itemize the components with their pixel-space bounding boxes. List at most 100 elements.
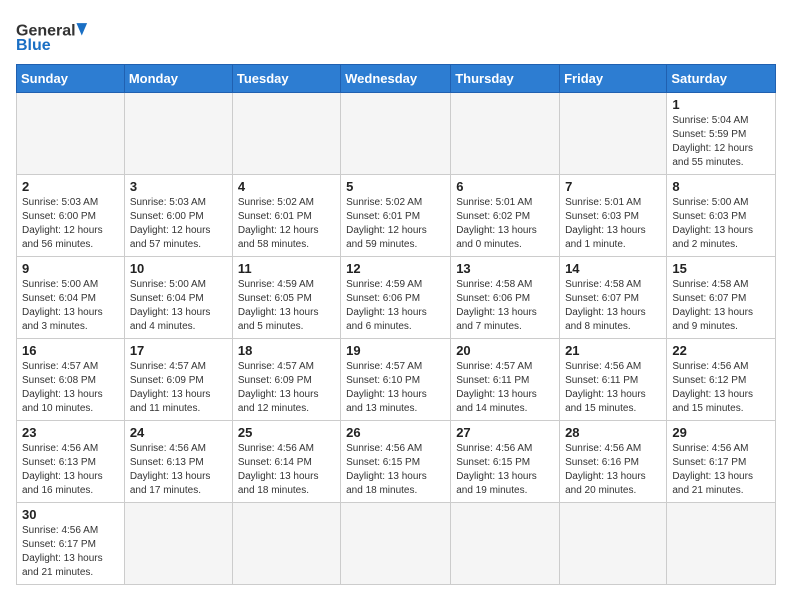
- calendar-cell: 16Sunrise: 4:57 AM Sunset: 6:08 PM Dayli…: [17, 339, 125, 421]
- calendar-cell: 23 Sunrise: 4:56 AM Sunset: 6:13 PM Dayli…: [17, 421, 125, 503]
- day-number: 22: [672, 343, 770, 358]
- day-number: 4: [238, 179, 335, 194]
- calendar-cell: 14 Sunrise: 4:58 AM Sunset: 6:07 PM Dayli…: [560, 257, 667, 339]
- day-info: Sunrise: 5:02 AM Sunset: 6:01 PM Dayligh…: [346, 196, 445, 252]
- calendar-cell: 3Sunrise: 5:03 AM Sunset: 6:00 PM Daylig…: [124, 175, 232, 257]
- day-number: 20: [456, 343, 554, 358]
- calendar-cell: 21 Sunrise: 4:56 AM Sunset: 6:11 PM Dayli…: [560, 339, 667, 421]
- calendar-cell: [560, 93, 667, 175]
- day-number: 7: [565, 179, 661, 194]
- day-info: Sunrise: 4:56 AM Sunset: 6:15 PM Dayligh…: [346, 442, 445, 498]
- calendar-week-1: 1 Sunrise: 5:04 AM Sunset: 5:59 PM Daylig…: [17, 93, 776, 175]
- calendar-cell: 18 Sunrise: 4:57 AM Sunset: 6:09 PM Dayli…: [232, 339, 340, 421]
- day-info: Sunrise: 4:57 AM Sunset: 6:09 PM Dayligh…: [130, 360, 227, 416]
- calendar-cell: 17 Sunrise: 4:57 AM Sunset: 6:09 PM Dayli…: [124, 339, 232, 421]
- calendar-cell: 8 Sunrise: 5:00 AM Sunset: 6:03 PM Daylig…: [667, 175, 776, 257]
- day-info: Sunrise: 5:03 AM Sunset: 6:00 PM Dayligh…: [130, 196, 227, 252]
- calendar-cell: 12 Sunrise: 4:59 AM Sunset: 6:06 PM Dayli…: [341, 257, 451, 339]
- calendar-cell: [560, 503, 667, 585]
- calendar-cell: 6 Sunrise: 5:01 AM Sunset: 6:02 PM Daylig…: [451, 175, 560, 257]
- day-number: 6: [456, 179, 554, 194]
- day-info: Sunrise: 4:59 AM Sunset: 6:06 PM Dayligh…: [346, 278, 445, 334]
- weekday-header-monday: Monday: [124, 65, 232, 93]
- day-number: 16: [22, 343, 119, 358]
- day-number: 30: [22, 507, 119, 522]
- calendar-cell: [17, 93, 125, 175]
- svg-text:Blue: Blue: [16, 37, 51, 54]
- day-number: 23: [22, 425, 119, 440]
- day-number: 24: [130, 425, 227, 440]
- day-info: Sunrise: 5:00 AM Sunset: 6:04 PM Dayligh…: [22, 278, 119, 334]
- day-number: 9: [22, 261, 119, 276]
- calendar-cell: [667, 503, 776, 585]
- day-number: 29: [672, 425, 770, 440]
- day-info: Sunrise: 4:56 AM Sunset: 6:12 PM Dayligh…: [672, 360, 770, 416]
- calendar-cell: [232, 93, 340, 175]
- weekday-header-row: SundayMondayTuesdayWednesdayThursdayFrid…: [17, 65, 776, 93]
- logo: General Blue: [16, 16, 96, 56]
- day-number: 1: [672, 97, 770, 112]
- day-number: 21: [565, 343, 661, 358]
- day-number: 13: [456, 261, 554, 276]
- weekday-header-tuesday: Tuesday: [232, 65, 340, 93]
- weekday-header-wednesday: Wednesday: [341, 65, 451, 93]
- calendar-cell: [341, 503, 451, 585]
- day-info: Sunrise: 4:56 AM Sunset: 6:17 PM Dayligh…: [22, 524, 119, 580]
- page-header: General Blue: [16, 16, 776, 56]
- weekday-header-saturday: Saturday: [667, 65, 776, 93]
- calendar-cell: 10Sunrise: 5:00 AM Sunset: 6:04 PM Dayli…: [124, 257, 232, 339]
- day-info: Sunrise: 4:58 AM Sunset: 6:07 PM Dayligh…: [672, 278, 770, 334]
- calendar-cell: 4 Sunrise: 5:02 AM Sunset: 6:01 PM Daylig…: [232, 175, 340, 257]
- calendar-cell: 15Sunrise: 4:58 AM Sunset: 6:07 PM Dayli…: [667, 257, 776, 339]
- calendar-cell: 22 Sunrise: 4:56 AM Sunset: 6:12 PM Dayli…: [667, 339, 776, 421]
- calendar-cell: 28 Sunrise: 4:56 AM Sunset: 6:16 PM Dayli…: [560, 421, 667, 503]
- day-info: Sunrise: 5:04 AM Sunset: 5:59 PM Dayligh…: [672, 114, 770, 170]
- day-info: Sunrise: 5:02 AM Sunset: 6:01 PM Dayligh…: [238, 196, 335, 252]
- weekday-header-friday: Friday: [560, 65, 667, 93]
- day-info: Sunrise: 4:58 AM Sunset: 6:07 PM Dayligh…: [565, 278, 661, 334]
- day-number: 10: [130, 261, 227, 276]
- day-info: Sunrise: 5:00 AM Sunset: 6:03 PM Dayligh…: [672, 196, 770, 252]
- weekday-header-thursday: Thursday: [451, 65, 560, 93]
- day-number: 27: [456, 425, 554, 440]
- calendar-cell: [124, 93, 232, 175]
- weekday-header-sunday: Sunday: [17, 65, 125, 93]
- day-number: 5: [346, 179, 445, 194]
- day-info: Sunrise: 5:01 AM Sunset: 6:03 PM Dayligh…: [565, 196, 661, 252]
- calendar-cell: 7 Sunrise: 5:01 AM Sunset: 6:03 PM Daylig…: [560, 175, 667, 257]
- day-info: Sunrise: 4:57 AM Sunset: 6:09 PM Dayligh…: [238, 360, 335, 416]
- day-info: Sunrise: 4:57 AM Sunset: 6:10 PM Dayligh…: [346, 360, 445, 416]
- day-number: 12: [346, 261, 445, 276]
- day-number: 11: [238, 261, 335, 276]
- day-number: 26: [346, 425, 445, 440]
- calendar-cell: 11 Sunrise: 4:59 AM Sunset: 6:05 PM Dayli…: [232, 257, 340, 339]
- calendar-cell: 9 Sunrise: 5:00 AM Sunset: 6:04 PM Daylig…: [17, 257, 125, 339]
- day-info: Sunrise: 5:01 AM Sunset: 6:02 PM Dayligh…: [456, 196, 554, 252]
- calendar-week-5: 23 Sunrise: 4:56 AM Sunset: 6:13 PM Dayli…: [17, 421, 776, 503]
- day-info: Sunrise: 4:56 AM Sunset: 6:14 PM Dayligh…: [238, 442, 335, 498]
- calendar-week-6: 30 Sunrise: 4:56 AM Sunset: 6:17 PM Dayli…: [17, 503, 776, 585]
- calendar-cell: 20Sunrise: 4:57 AM Sunset: 6:11 PM Dayli…: [451, 339, 560, 421]
- calendar-cell: 13Sunrise: 4:58 AM Sunset: 6:06 PM Dayli…: [451, 257, 560, 339]
- day-number: 17: [130, 343, 227, 358]
- day-number: 8: [672, 179, 770, 194]
- day-number: 28: [565, 425, 661, 440]
- day-number: 14: [565, 261, 661, 276]
- day-info: Sunrise: 4:56 AM Sunset: 6:13 PM Dayligh…: [22, 442, 119, 498]
- calendar-cell: [341, 93, 451, 175]
- calendar-week-4: 16Sunrise: 4:57 AM Sunset: 6:08 PM Dayli…: [17, 339, 776, 421]
- day-info: Sunrise: 4:56 AM Sunset: 6:11 PM Dayligh…: [565, 360, 661, 416]
- day-info: Sunrise: 4:56 AM Sunset: 6:13 PM Dayligh…: [130, 442, 227, 498]
- calendar-cell: 1 Sunrise: 5:04 AM Sunset: 5:59 PM Daylig…: [667, 93, 776, 175]
- day-number: 18: [238, 343, 335, 358]
- day-info: Sunrise: 4:59 AM Sunset: 6:05 PM Dayligh…: [238, 278, 335, 334]
- day-info: Sunrise: 4:56 AM Sunset: 6:15 PM Dayligh…: [456, 442, 554, 498]
- calendar-cell: 24 Sunrise: 4:56 AM Sunset: 6:13 PM Dayli…: [124, 421, 232, 503]
- day-number: 19: [346, 343, 445, 358]
- day-info: Sunrise: 4:56 AM Sunset: 6:16 PM Dayligh…: [565, 442, 661, 498]
- calendar-cell: 25Sunrise: 4:56 AM Sunset: 6:14 PM Dayli…: [232, 421, 340, 503]
- calendar-cell: 2Sunrise: 5:03 AM Sunset: 6:00 PM Daylig…: [17, 175, 125, 257]
- calendar-cell: [451, 93, 560, 175]
- calendar-table: SundayMondayTuesdayWednesdayThursdayFrid…: [16, 64, 776, 585]
- calendar-cell: 26 Sunrise: 4:56 AM Sunset: 6:15 PM Dayli…: [341, 421, 451, 503]
